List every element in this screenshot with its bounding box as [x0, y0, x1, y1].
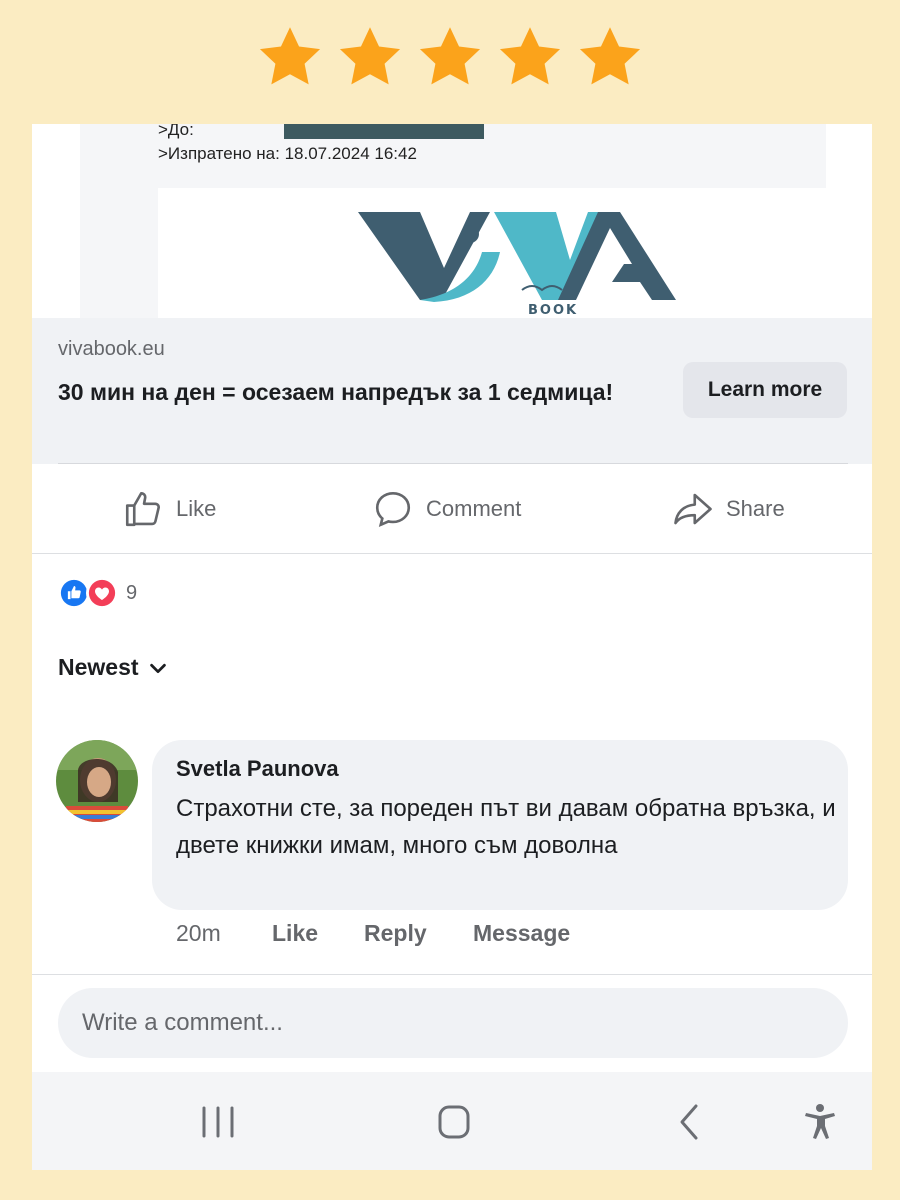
avatar[interactable]: [56, 740, 138, 822]
share-label: Share: [726, 496, 785, 521]
recent-apps-icon[interactable]: [196, 1102, 240, 1142]
system-nav-bar: [32, 1072, 872, 1170]
comment-input[interactable]: [58, 988, 848, 1058]
svg-text:BOOK: BOOK: [528, 303, 578, 318]
comment-message-button[interactable]: Message: [473, 920, 570, 947]
comment-sort-dropdown[interactable]: Newest: [58, 654, 169, 681]
comment-time: 20m: [176, 920, 221, 946]
comment-author[interactable]: Svetla Paunova: [176, 756, 339, 782]
link-preview[interactable]: vivabook.eu 30 мин на ден = осезаем напр…: [32, 318, 872, 464]
link-headline[interactable]: 30 мин на ден = осезаем напредък за 1 се…: [58, 374, 618, 410]
viva-book-logo: BOOK: [358, 212, 676, 318]
post-image[interactable]: >До: >Изпратено на: 18.07.2024 16:42 BOO…: [32, 124, 872, 318]
accessibility-icon[interactable]: [798, 1102, 842, 1142]
chevron-down-icon: [149, 663, 166, 673]
reactions-summary[interactable]: 9: [58, 576, 137, 610]
link-domain: vivabook.eu: [58, 338, 165, 360]
email-preview: >До: >Изпратено на: 18.07.2024 16:42 BOO…: [80, 124, 844, 318]
comment-reply-button[interactable]: Reply: [364, 920, 427, 947]
comment-label: Comment: [426, 496, 522, 521]
back-icon[interactable]: [668, 1102, 712, 1142]
star-icon: [419, 27, 481, 85]
rating-stars: [0, 22, 900, 98]
post-action-bar: Like Comment Share: [32, 464, 872, 554]
email-to-line: >До:: [158, 124, 484, 140]
email-to-label: >До:: [158, 124, 194, 139]
star-icon: [259, 27, 321, 85]
learn-more-button[interactable]: Learn more: [683, 362, 847, 418]
like-label: Like: [176, 496, 217, 521]
home-icon[interactable]: [432, 1102, 476, 1142]
phone-screen: >До: >Изпратено на: 18.07.2024 16:42 BOO…: [32, 124, 872, 1170]
redacted-block: [284, 124, 484, 139]
love-reaction-icon: [86, 577, 118, 609]
comment-button[interactable]: Comment: [372, 489, 521, 529]
avatar-photo: [56, 740, 138, 822]
comment-bubble[interactable]: Svetla Paunova Страхотни сте, за пореден…: [152, 740, 848, 910]
star-icon: [339, 27, 401, 85]
like-button[interactable]: Like: [122, 489, 216, 529]
star-icon: [579, 27, 641, 85]
reaction-count: 9: [126, 581, 138, 604]
brand-logo-area: BOOK: [158, 188, 844, 318]
share-arrow-icon: [674, 493, 712, 525]
thumbs-up-icon: [125, 491, 160, 527]
comment-bubble-icon: [375, 491, 411, 528]
share-button[interactable]: Share: [672, 489, 785, 529]
comment-text: Страхотни сте, за пореден път ви давам о…: [176, 795, 836, 859]
divider: [32, 974, 872, 975]
comment-like-button[interactable]: Like: [272, 920, 318, 947]
star-icon: [499, 27, 561, 85]
sort-label: Newest: [58, 654, 139, 680]
email-sent-line: >Изпратено на: 18.07.2024 16:42: [158, 144, 417, 163]
